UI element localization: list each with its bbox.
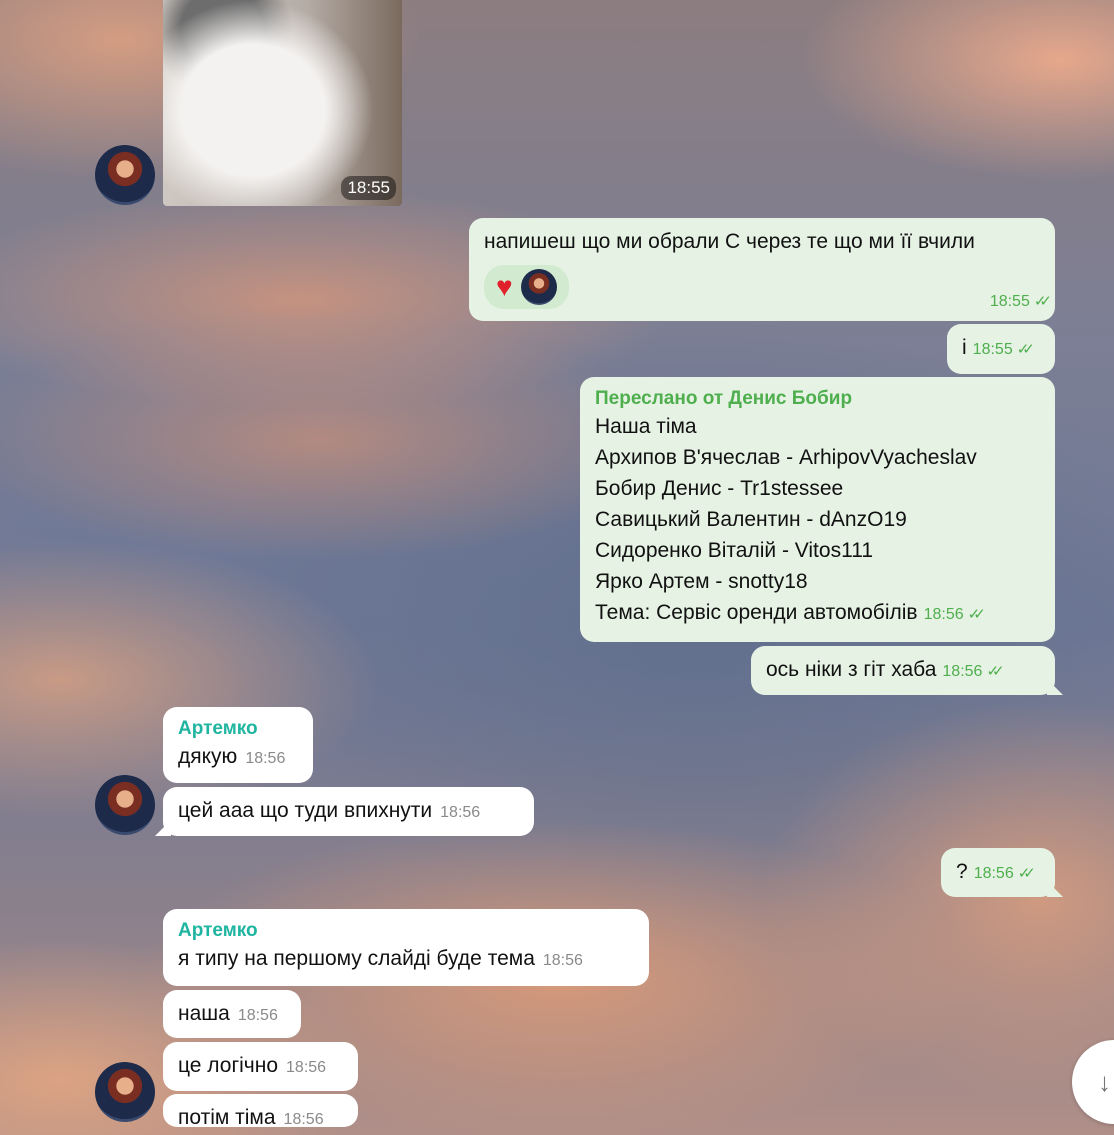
- arrow-down-icon: ↓: [1098, 1067, 1111, 1097]
- avatar[interactable]: [95, 775, 155, 835]
- message-time: 18:55: [989, 293, 1030, 310]
- message-text: цей ааа що туди впихнути: [178, 799, 433, 822]
- message-time: 18:55: [341, 176, 396, 200]
- message-time: 18:56: [286, 1059, 327, 1076]
- forwarded-line: Наша тіма: [595, 415, 697, 438]
- message-text: це логічно: [178, 1054, 279, 1077]
- message-text: і: [962, 336, 967, 359]
- message-time: 18:56: [973, 865, 1014, 882]
- message-text: напишеш що ми обрали С через те що ми її…: [484, 230, 975, 253]
- message-time: 18:56: [542, 952, 583, 969]
- message-time: 18:56: [923, 606, 964, 623]
- outgoing-message[interactable]: ? 18:56 ✓✓: [941, 848, 1055, 897]
- forwarded-line: Архипов В'ячеслав - ArhipovVyacheslav: [595, 446, 977, 469]
- read-checkmarks-icon: ✓✓: [1033, 293, 1052, 310]
- message-time: 18:55: [972, 341, 1013, 358]
- forwarded-line: Савицький Валентин - dAnzO19: [595, 508, 907, 531]
- message-time: 18:56: [283, 1111, 324, 1127]
- read-checkmarks-icon: ✓✓: [986, 663, 1004, 680]
- heart-emoji-icon: ♥: [496, 271, 513, 302]
- forwarded-line: Ярко Артем - snotty18: [595, 570, 808, 593]
- incoming-message[interactable]: потім тіма 18:56: [163, 1094, 358, 1127]
- message-text: ?: [956, 860, 968, 883]
- message-text: дякую: [178, 745, 238, 768]
- read-checkmarks-icon: ✓✓: [1017, 865, 1036, 882]
- forwarded-from-label[interactable]: Переслано от Денис Бобир: [595, 387, 1041, 411]
- message-time: 18:56: [237, 1007, 278, 1024]
- message-time: 18:56: [942, 663, 983, 680]
- reactor-avatar: [520, 269, 557, 305]
- forwarded-line: Сидоренко Віталій - Vitos111: [595, 539, 873, 562]
- message-text: потім тіма: [178, 1106, 276, 1127]
- message-time: 18:56: [440, 804, 481, 821]
- outgoing-message[interactable]: напишеш що ми обрали С через те що ми її…: [469, 218, 1055, 321]
- message-text: я типу на першому слайді буде тема: [178, 947, 535, 970]
- avatar[interactable]: [95, 145, 155, 205]
- outgoing-message[interactable]: і 18:55 ✓✓: [947, 324, 1055, 374]
- read-checkmarks-icon: ✓✓: [1016, 341, 1035, 358]
- message-text: ось ніки з гіт хаба: [766, 658, 937, 681]
- incoming-message[interactable]: наша 18:56: [163, 990, 301, 1038]
- forwarded-message[interactable]: Переслано от Денис Бобир Наша тіма Архип…: [580, 377, 1055, 642]
- message-time: 18:56: [245, 750, 286, 767]
- reactions[interactable]: ♥: [484, 265, 569, 309]
- incoming-message[interactable]: Артемко я типу на першому слайді буде те…: [163, 909, 649, 986]
- incoming-message[interactable]: цей ааа що туди впихнути 18:56: [163, 787, 534, 836]
- outgoing-message[interactable]: ось ніки з гіт хаба 18:56 ✓✓: [751, 646, 1055, 695]
- read-checkmarks-icon: ✓✓: [967, 606, 986, 623]
- sender-name[interactable]: Артемко: [178, 919, 635, 943]
- forwarded-line: Тема: Сервіс оренди автомобілів: [595, 601, 918, 624]
- forwarded-line: Бобир Денис - Tr1stessee: [595, 477, 844, 500]
- sender-name[interactable]: Артемко: [178, 717, 299, 741]
- kitten-photo-message[interactable]: 18:55: [163, 0, 402, 206]
- avatar[interactable]: [95, 1062, 155, 1122]
- incoming-message[interactable]: Артемко дякую 18:56: [163, 707, 313, 783]
- incoming-message[interactable]: це логічно 18:56: [163, 1042, 358, 1091]
- message-text: наша: [178, 1002, 230, 1025]
